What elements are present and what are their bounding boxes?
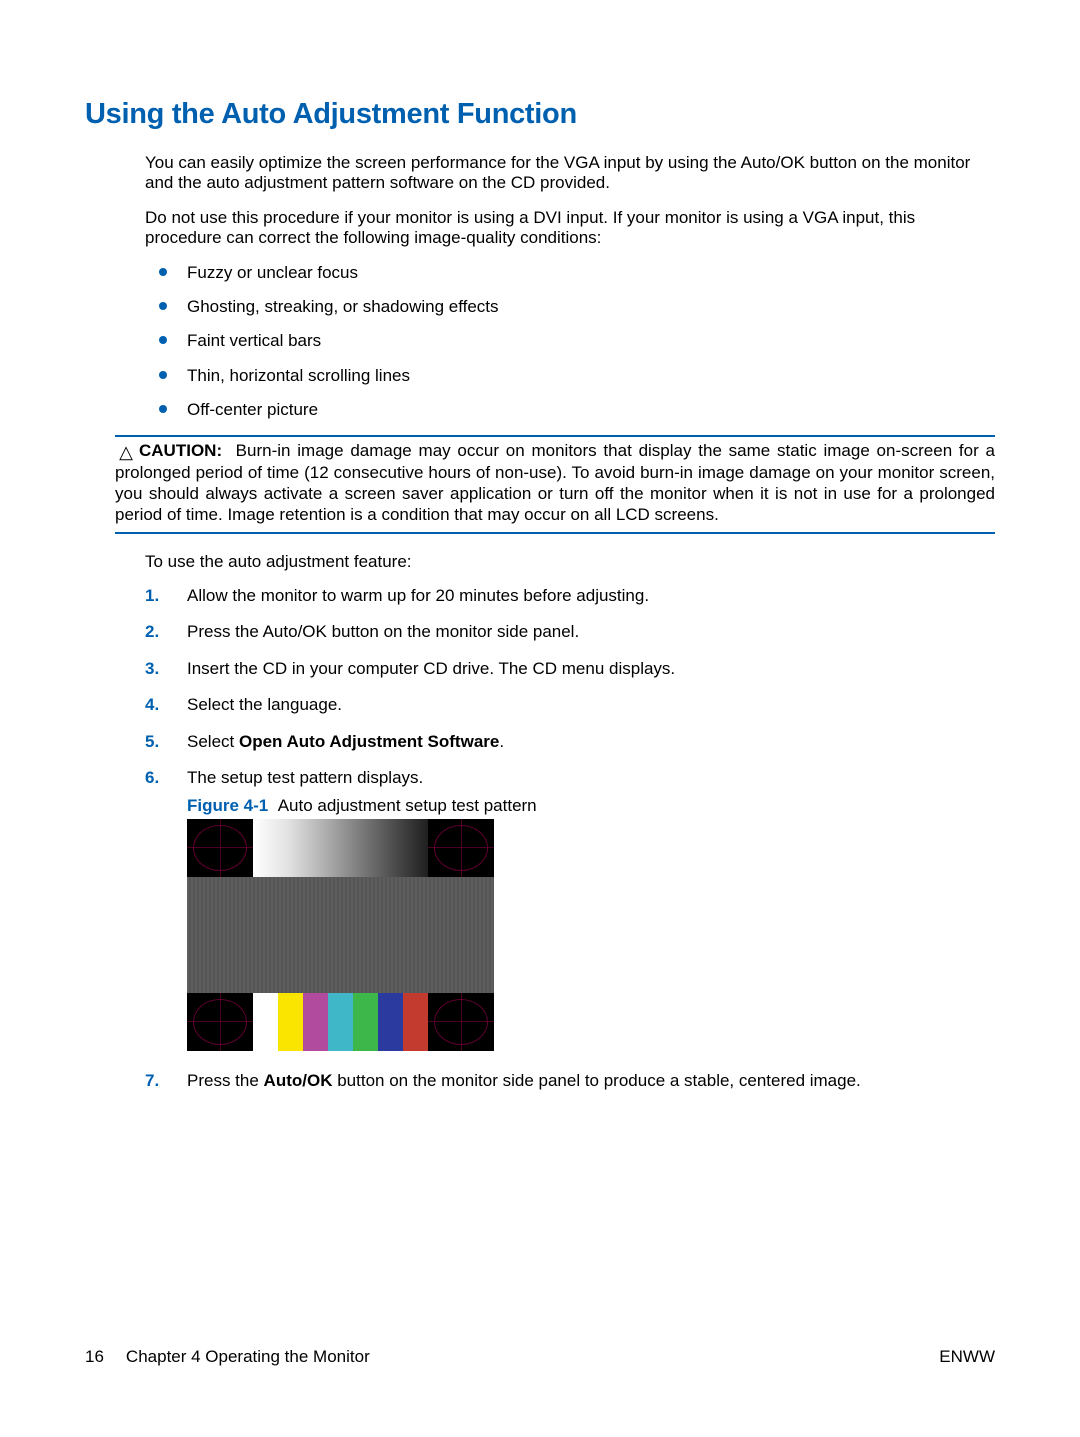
list-item: Ghosting, streaking, or shadowing effect… [145, 297, 995, 317]
step-text: Allow the monitor to warm up for 20 minu… [187, 586, 649, 605]
step: 3. Insert the CD in your computer CD dri… [145, 659, 995, 679]
test-pattern-image [187, 819, 494, 1051]
step: 1. Allow the monitor to warm up for 20 m… [145, 586, 995, 606]
list-item: Thin, horizontal scrolling lines [145, 366, 995, 386]
step-number: 5. [145, 732, 177, 752]
body: You can easily optimize the screen perfo… [145, 153, 995, 1091]
caution-text: Burn-in image damage may occur on monito… [115, 441, 995, 524]
list-item: Faint vertical bars [145, 331, 995, 351]
chapter-title: Chapter 4 Operating the Monitor [126, 1347, 370, 1367]
intro-paragraph-1: You can easily optimize the screen perfo… [145, 153, 995, 194]
figure-caption-text: Auto adjustment setup test pattern [278, 796, 537, 815]
step-number: 2. [145, 622, 177, 642]
step-text: Select Open Auto Adjustment Software. [187, 732, 504, 751]
step-number: 7. [145, 1071, 177, 1091]
steps-list: 1. Allow the monitor to warm up for 20 m… [145, 586, 995, 1091]
caution-label: CAUTION: [139, 441, 222, 460]
step-text: Press the Auto/OK button on the monitor … [187, 622, 579, 641]
step-text: Insert the CD in your computer CD drive.… [187, 659, 675, 678]
caution-icon: △ [115, 442, 137, 464]
step-text: The setup test pattern displays. [187, 768, 423, 787]
intro-paragraph-2: Do not use this procedure if your monito… [145, 208, 995, 249]
list-item: Fuzzy or unclear focus [145, 263, 995, 283]
caution-box: △CAUTION: Burn-in image damage may occur… [115, 435, 995, 534]
step: 7. Press the Auto/OK button on the monit… [145, 1071, 995, 1091]
page-footer: 16 Chapter 4 Operating the Monitor ENWW [85, 1347, 995, 1367]
step-number: 4. [145, 695, 177, 715]
steps-intro: To use the auto adjustment feature: [145, 552, 995, 572]
section-heading: Using the Auto Adjustment Function [85, 98, 995, 131]
figure-caption: Figure 4-1 Auto adjustment setup test pa… [187, 796, 995, 816]
footer-right: ENWW [939, 1347, 995, 1367]
step-number: 6. [145, 768, 177, 788]
page: Using the Auto Adjustment Function You c… [0, 0, 1080, 1437]
page-number: 16 [85, 1347, 104, 1367]
step-number: 1. [145, 586, 177, 606]
step: 2. Press the Auto/OK button on the monit… [145, 622, 995, 642]
step: 6. The setup test pattern displays. Figu… [145, 768, 995, 1051]
step-text: Select the language. [187, 695, 342, 714]
figure-label: Figure 4-1 [187, 796, 268, 815]
step-text: Press the Auto/OK button on the monitor … [187, 1071, 861, 1090]
list-item: Off-center picture [145, 400, 995, 420]
conditions-list: Fuzzy or unclear focus Ghosting, streaki… [145, 263, 995, 421]
step: 5. Select Open Auto Adjustment Software. [145, 732, 995, 752]
step-number: 3. [145, 659, 177, 679]
step: 4. Select the language. [145, 695, 995, 715]
